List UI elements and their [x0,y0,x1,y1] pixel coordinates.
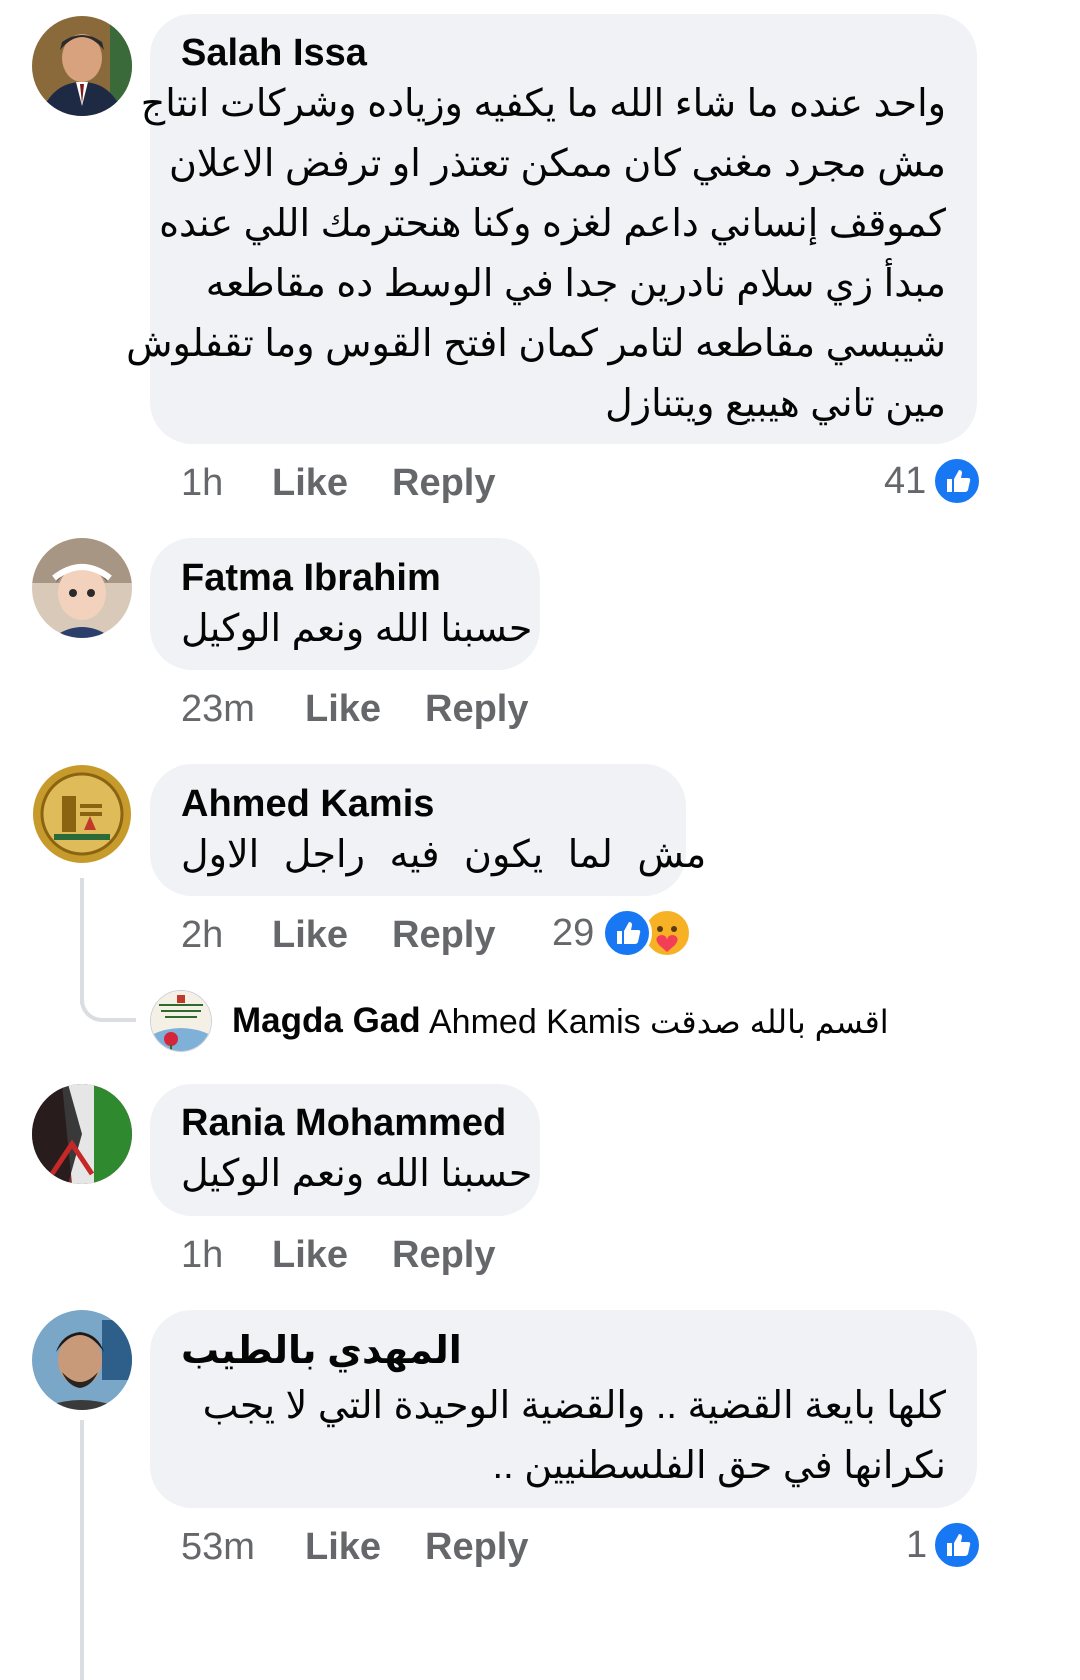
avatar-rania-mohammed[interactable] [32,1084,132,1184]
comment-author-name[interactable]: المهدي بالطيب [181,1328,462,1373]
thread-connector-curve [80,980,136,1022]
comment-text-line: شيبسي مقاطعه لتامر كمان افتح القوس وما ت… [126,323,946,365]
comment-timestamp: 1h [181,462,224,504]
reply-button[interactable]: Reply [425,688,528,731]
like-button[interactable]: Like [272,462,348,505]
like-button[interactable]: Like [272,1234,348,1277]
reply-text: اقسم بالله صدقت [650,1004,889,1040]
comment-timestamp: 1h [181,1234,224,1276]
comment-text-line: مش مجرد مغني كان ممكن تعتذر او ترفض الاع… [169,143,946,185]
comment-author-name[interactable]: Ahmed Kamis [181,783,434,826]
comment-text-line: نكرانها في حق الفلسطنيين .. [492,1445,946,1487]
reply-button[interactable]: Reply [392,914,495,957]
comment-text-line: واحد عنده ما شاء الله ما يكفيه وزياده وش… [140,83,946,125]
like-reaction-icon[interactable] [932,456,982,506]
reply-tagged-name[interactable]: Ahmed Kamis [429,1003,641,1042]
reaction-count[interactable]: 1 [906,1524,927,1567]
reply-author-name[interactable]: Magda Gad [232,1001,421,1041]
like-button[interactable]: Like [305,1526,381,1569]
avatar-elmahdi-bettaib[interactable] [32,1310,132,1410]
comment-text-line: مبدأ زي سلام نادرين جدا في الوسط ده مقاط… [205,263,946,305]
comment-author-name[interactable]: Fatma Ibrahim [181,557,441,600]
like-button[interactable]: Like [305,688,381,731]
comment-timestamp: 23m [181,688,255,730]
like-button[interactable]: Like [272,914,348,957]
reaction-count[interactable]: 29 [552,912,594,955]
like-reaction-icon[interactable] [932,1520,982,1570]
avatar-salah-issa[interactable] [32,16,132,116]
comment-author-name[interactable]: Rania Mohammed [181,1102,506,1145]
comment-text: حسبنا الله ونعم الوكيل [181,1153,533,1195]
avatar-fatma-ibrahim[interactable] [32,538,132,638]
comment-timestamp: 53m [181,1526,255,1568]
avatar-ahmed-kamis[interactable] [32,764,132,864]
reply-button[interactable]: Reply [425,1526,528,1569]
like-reaction-icon[interactable] [602,908,652,958]
comment-timestamp: 2h [181,914,224,956]
reply-button[interactable]: Reply [392,462,495,505]
comment-author-name[interactable]: Salah Issa [181,32,367,75]
comment-text: حسبنا الله ونعم الوكيل [181,608,533,650]
comment-text-line: كلها بايعة القضية .. والقضية الوحيدة الت… [202,1385,946,1427]
thread-connector-line [80,1420,84,1680]
comment-text-line: كموقف إنساني داعم لغزه وكنا هنحترمك اللي… [159,203,946,245]
reaction-count[interactable]: 41 [884,460,926,503]
comment-text: مش لما يكون فيه راجل الاول [181,834,707,876]
reply-button[interactable]: Reply [392,1234,495,1277]
comment-text-line: مين تاني هيبيع ويتنازل [605,383,946,425]
avatar-magda-gad[interactable] [150,990,212,1052]
